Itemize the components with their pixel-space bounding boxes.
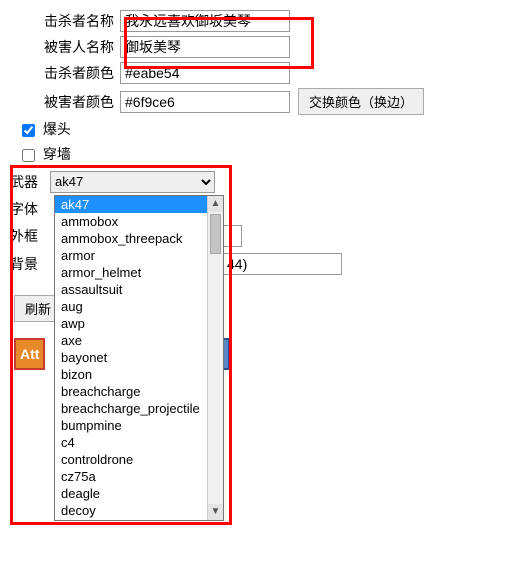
scroll-down-icon[interactable]: ▼ [208,504,223,520]
weapon-option[interactable]: aug [55,298,207,315]
attacker-badge: Att [14,338,45,370]
weapon-option[interactable]: ammobox_threepack [55,230,207,247]
headshot-checkbox-label[interactable]: 爆头 [18,121,71,137]
weapon-dropdown[interactable]: ak47ammoboxammobox_threepackarmorarmor_h… [54,195,224,521]
weapon-option[interactable]: assaultsuit [55,281,207,298]
weapon-option[interactable]: deagle [55,485,207,502]
wallbang-checkbox[interactable] [22,149,35,162]
attacker-color-input[interactable] [120,62,290,84]
attacker-name-input[interactable] [120,10,290,32]
weapon-option[interactable]: defuser [55,519,207,521]
weapon-option[interactable]: bizon [55,366,207,383]
weapon-select[interactable]: ak47 [50,171,215,193]
weapon-option[interactable]: axe [55,332,207,349]
weapon-label: 武器 [10,172,50,192]
victim-name-label: 被害人名称 [10,37,120,57]
victim-name-input[interactable] [120,36,290,58]
weapon-option[interactable]: ammobox [55,213,207,230]
weapon-option[interactable]: armor [55,247,207,264]
weapon-option[interactable]: cz75a [55,468,207,485]
font-label: 字体 [10,199,50,219]
attacker-color-label: 击杀者颜色 [10,63,120,83]
weapon-option[interactable]: bayonet [55,349,207,366]
outline-label: 外框 [10,226,50,246]
weapon-option[interactable]: breachcharge_projectile [55,400,207,417]
dropdown-scrollbar[interactable]: ▲ ▼ [207,196,223,520]
victim-color-label: 被害者颜色 [10,92,120,112]
wallbang-checkbox-label[interactable]: 穿墙 [18,146,71,162]
weapon-option[interactable]: armor_helmet [55,264,207,281]
weapon-option[interactable]: c4 [55,434,207,451]
attacker-name-label: 击杀者名称 [10,11,120,31]
bg-label: 背景 [10,254,50,274]
swap-colors-button[interactable]: 交换颜色（换边） [298,88,424,115]
outline-extra-input[interactable] [222,225,242,247]
weapon-option[interactable]: bumpmine [55,417,207,434]
victim-color-input[interactable] [120,91,290,113]
headshot-checkbox[interactable] [22,124,35,137]
scroll-up-icon[interactable]: ▲ [208,196,223,212]
scroll-thumb[interactable] [210,214,221,254]
weapon-option[interactable]: awp [55,315,207,332]
weapon-option[interactable]: controldrone [55,451,207,468]
weapon-option[interactable]: breachcharge [55,383,207,400]
weapon-option[interactable]: ak47 [55,196,207,213]
weapon-option[interactable]: decoy [55,502,207,519]
bg-color-input[interactable] [222,253,342,275]
